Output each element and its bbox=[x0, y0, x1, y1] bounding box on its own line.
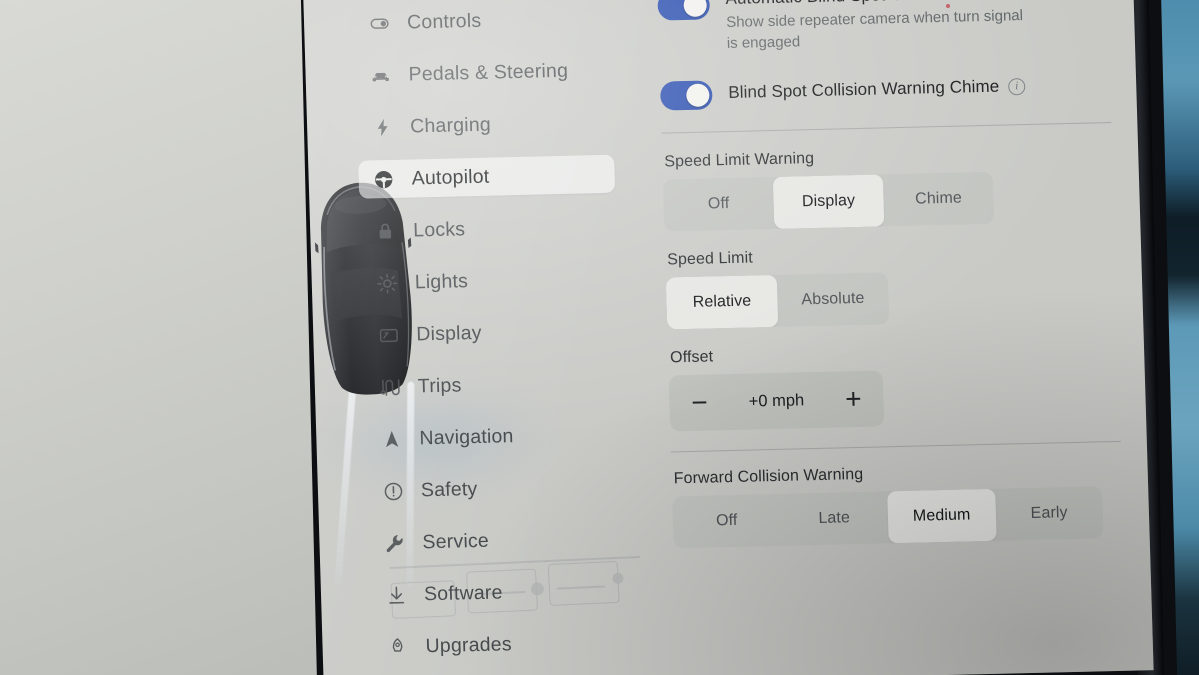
offset-decrement-button[interactable]: − bbox=[675, 375, 725, 432]
section-divider bbox=[661, 122, 1112, 134]
speed-limit-segmented-control[interactable]: Relative Absolute bbox=[665, 272, 890, 330]
sidebar-item-trips[interactable]: Trips bbox=[364, 363, 621, 407]
autopilot-settings-pane: Automatic Blind Spot Camera Show side re… bbox=[632, 0, 1154, 675]
blind-spot-collision-warning-chime-toggle[interactable] bbox=[659, 80, 713, 111]
toggle-icon bbox=[368, 12, 391, 35]
info-icon[interactable]: i bbox=[1008, 77, 1026, 96]
sidebar-item-label: Autopilot bbox=[411, 165, 490, 189]
sidebar-item-label: Service bbox=[422, 529, 490, 553]
segment-absolute[interactable]: Absolute bbox=[777, 273, 890, 328]
sidebar-item-pedals-steering[interactable]: Pedals & Steering bbox=[355, 51, 612, 95]
offset-stepper[interactable]: − +0 mph + bbox=[668, 370, 885, 432]
automatic-blind-spot-camera-toggle[interactable] bbox=[657, 0, 711, 21]
speed-limit-warning-segmented-control[interactable]: Off Display Chime bbox=[662, 172, 995, 232]
setting-title: Blind Spot Collision Warning Chime i bbox=[728, 76, 1026, 103]
forward-collision-warning-label: Forward Collision Warning bbox=[673, 466, 864, 488]
segment-late[interactable]: Late bbox=[780, 492, 889, 547]
setting-subtitle: Show side repeater camera when turn sign… bbox=[725, 7, 1024, 52]
sidebar-item-label: Software bbox=[423, 580, 503, 605]
download-icon bbox=[385, 584, 408, 607]
sidebar-item-display[interactable]: Display bbox=[363, 311, 620, 355]
display-icon bbox=[377, 324, 400, 347]
sidebar-item-label: Controls bbox=[406, 9, 482, 34]
car-front-icon bbox=[369, 64, 392, 87]
segment-relative[interactable]: Relative bbox=[665, 275, 779, 330]
road-icon bbox=[379, 376, 402, 399]
segment-off[interactable]: Off bbox=[672, 494, 781, 549]
toggle-knob bbox=[683, 0, 708, 18]
sidebar-item-label: Upgrades bbox=[425, 632, 513, 657]
offset-group: Offset − +0 mph + bbox=[668, 339, 1120, 432]
speed-limit-warning-group: Speed Limit Warning Off Display Chime bbox=[662, 143, 1114, 232]
speed-limit-group: Speed Limit Relative Absolute bbox=[665, 241, 1117, 330]
alert-circle-icon bbox=[382, 480, 405, 503]
section-divider bbox=[670, 441, 1121, 453]
setting-text: Automatic Blind Spot Camera Show side re… bbox=[725, 0, 1027, 54]
sidebar-item-autopilot[interactable]: Autopilot bbox=[358, 154, 616, 199]
segment-display[interactable]: Display bbox=[772, 174, 885, 230]
sidebar-item-label: Pedals & Steering bbox=[408, 59, 569, 86]
lock-icon bbox=[374, 220, 397, 243]
lens-speck bbox=[946, 4, 950, 8]
sidebar-item-label: Safety bbox=[420, 477, 478, 501]
rocket-icon bbox=[386, 636, 409, 659]
toggle-knob bbox=[686, 83, 710, 108]
navigation-arrow-icon bbox=[380, 428, 403, 451]
sidebar-item-locks[interactable]: Locks bbox=[360, 207, 617, 251]
sidebar-item-software[interactable]: Software bbox=[370, 571, 627, 615]
sidebar-item-safety[interactable]: Safety bbox=[367, 467, 624, 511]
setting-blind-spot-collision-warning-chime[interactable]: Blind Spot Collision Warning Chime i bbox=[659, 69, 1111, 111]
sidebar-item-upgrades[interactable]: Upgrades bbox=[372, 623, 629, 667]
offset-value: +0 mph bbox=[748, 391, 805, 411]
sidebar-item-charging[interactable]: Charging bbox=[357, 103, 614, 147]
sidebar-item-service[interactable]: Service bbox=[369, 519, 626, 563]
sidebar-item-label: Locks bbox=[412, 217, 466, 241]
sidebar-item-label: Display bbox=[415, 321, 482, 345]
tesla-touchscreen: Autopilot bbox=[302, 0, 1154, 675]
segment-medium[interactable]: Medium bbox=[887, 489, 997, 544]
segment-off[interactable]: Off bbox=[663, 177, 775, 232]
sidebar-item-label: Trips bbox=[417, 373, 462, 397]
segment-chime[interactable]: Chime bbox=[883, 172, 995, 227]
sidebar-item-label: Navigation bbox=[419, 424, 514, 449]
segment-early[interactable]: Early bbox=[995, 487, 1104, 542]
sidebar-item-label: Charging bbox=[409, 113, 492, 137]
forward-collision-warning-segmented-control[interactable]: Off Late Medium Early bbox=[672, 486, 1104, 549]
wrench-icon bbox=[383, 532, 406, 555]
sidebar-item-lights[interactable]: Lights bbox=[361, 259, 618, 303]
settings-sidebar[interactable]: Controls Pedals & Steering Charging Auto… bbox=[346, 0, 636, 675]
offset-label: Offset bbox=[669, 348, 714, 367]
sidebar-item-label: Lights bbox=[414, 269, 469, 293]
speed-limit-label: Speed Limit bbox=[666, 249, 754, 269]
ambient-left-surface bbox=[0, 0, 350, 675]
sidebar-item-navigation[interactable]: Navigation bbox=[366, 415, 623, 459]
steering-wheel-icon bbox=[372, 168, 395, 191]
sidebar-item-controls[interactable]: Controls bbox=[354, 0, 611, 43]
setting-text: Blind Spot Collision Warning Chime i bbox=[728, 71, 1026, 103]
bolt-icon bbox=[371, 116, 394, 139]
sun-icon bbox=[375, 272, 398, 295]
setting-title-label: Blind Spot Collision Warning Chime bbox=[728, 76, 1000, 103]
speed-limit-warning-label: Speed Limit Warning bbox=[664, 150, 815, 171]
forward-collision-warning-group: Forward Collision Warning Off Late Mediu… bbox=[671, 460, 1123, 549]
photo-scene: Autopilot bbox=[0, 0, 1199, 675]
offset-increment-button[interactable]: + bbox=[829, 371, 879, 428]
setting-automatic-blind-spot-camera[interactable]: Automatic Blind Spot Camera Show side re… bbox=[657, 0, 1109, 56]
